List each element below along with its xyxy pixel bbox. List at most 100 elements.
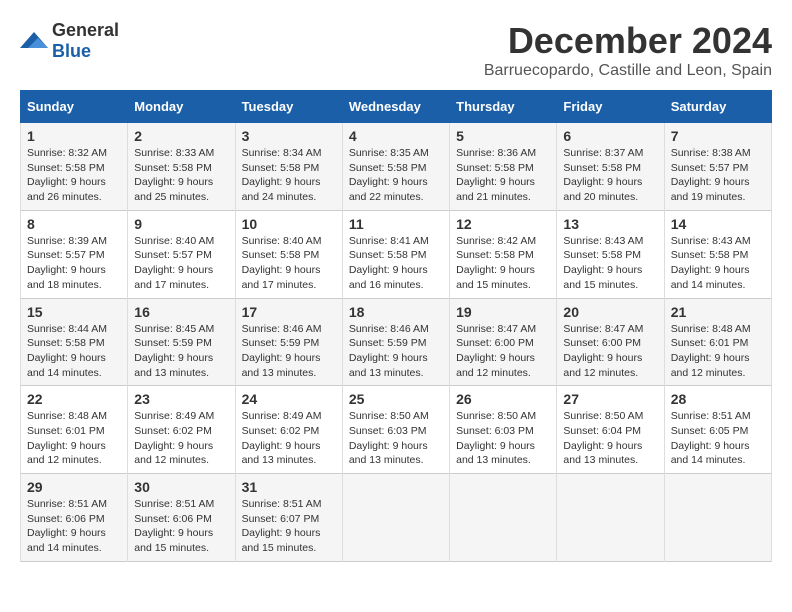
day-number: 1 bbox=[27, 128, 121, 144]
day-number: 15 bbox=[27, 304, 121, 320]
day-info: Sunrise: 8:35 AM Sunset: 5:58 PM Dayligh… bbox=[349, 146, 443, 205]
calendar-cell bbox=[450, 474, 557, 562]
calendar-cell: 18 Sunrise: 8:46 AM Sunset: 5:59 PM Dayli… bbox=[342, 298, 449, 386]
logo: General Blue bbox=[20, 20, 119, 62]
day-info: Sunrise: 8:48 AM Sunset: 6:01 PM Dayligh… bbox=[27, 409, 121, 468]
calendar-cell: 30 Sunrise: 8:51 AM Sunset: 6:06 PM Dayli… bbox=[128, 474, 235, 562]
day-info: Sunrise: 8:37 AM Sunset: 5:58 PM Dayligh… bbox=[563, 146, 657, 205]
week-row: 1 Sunrise: 8:32 AM Sunset: 5:58 PM Daylig… bbox=[21, 123, 772, 211]
day-number: 5 bbox=[456, 128, 550, 144]
calendar-cell: 17Sunrise: 8:46 AM Sunset: 5:59 PM Dayli… bbox=[235, 298, 342, 386]
calendar-header: SundayMondayTuesdayWednesdayThursdayFrid… bbox=[21, 91, 772, 123]
day-info: Sunrise: 8:39 AM Sunset: 5:57 PM Dayligh… bbox=[27, 234, 121, 293]
header-day-saturday: Saturday bbox=[664, 91, 771, 123]
day-info: Sunrise: 8:43 AM Sunset: 5:58 PM Dayligh… bbox=[671, 234, 765, 293]
day-number: 8 bbox=[27, 216, 121, 232]
calendar-table: SundayMondayTuesdayWednesdayThursdayFrid… bbox=[20, 90, 772, 562]
day-number: 13 bbox=[563, 216, 657, 232]
week-row: 8 Sunrise: 8:39 AM Sunset: 5:57 PM Daylig… bbox=[21, 210, 772, 298]
header-day-tuesday: Tuesday bbox=[235, 91, 342, 123]
header-day-thursday: Thursday bbox=[450, 91, 557, 123]
day-number: 19 bbox=[456, 304, 550, 320]
day-info: Sunrise: 8:44 AM Sunset: 5:58 PM Dayligh… bbox=[27, 322, 121, 381]
day-info: Sunrise: 8:33 AM Sunset: 5:58 PM Dayligh… bbox=[134, 146, 228, 205]
day-number: 26 bbox=[456, 391, 550, 407]
header-day-friday: Friday bbox=[557, 91, 664, 123]
calendar-cell: 29 Sunrise: 8:51 AM Sunset: 6:06 PM Dayli… bbox=[21, 474, 128, 562]
day-info: Sunrise: 8:51 AM Sunset: 6:06 PM Dayligh… bbox=[27, 497, 121, 556]
header-day-sunday: Sunday bbox=[21, 91, 128, 123]
calendar-cell: 3 Sunrise: 8:34 AM Sunset: 5:58 PM Daylig… bbox=[235, 123, 342, 211]
calendar-cell: 21Sunrise: 8:48 AM Sunset: 6:01 PM Dayli… bbox=[664, 298, 771, 386]
day-info: Sunrise: 8:42 AM Sunset: 5:58 PM Dayligh… bbox=[456, 234, 550, 293]
logo-icon bbox=[20, 30, 48, 52]
calendar-cell: 24Sunrise: 8:49 AM Sunset: 6:02 PM Dayli… bbox=[235, 386, 342, 474]
calendar-cell: 13 Sunrise: 8:43 AM Sunset: 5:58 PM Dayli… bbox=[557, 210, 664, 298]
logo-blue: Blue bbox=[52, 41, 91, 61]
calendar-cell: 20Sunrise: 8:47 AM Sunset: 6:00 PM Dayli… bbox=[557, 298, 664, 386]
day-info: Sunrise: 8:40 AM Sunset: 5:57 PM Dayligh… bbox=[134, 234, 228, 293]
day-number: 17 bbox=[242, 304, 336, 320]
day-info: Sunrise: 8:32 AM Sunset: 5:58 PM Dayligh… bbox=[27, 146, 121, 205]
day-number: 16 bbox=[134, 304, 228, 320]
day-info: Sunrise: 8:51 AM Sunset: 6:06 PM Dayligh… bbox=[134, 497, 228, 556]
calendar-cell: 11Sunrise: 8:41 AM Sunset: 5:58 PM Dayli… bbox=[342, 210, 449, 298]
day-info: Sunrise: 8:45 AM Sunset: 5:59 PM Dayligh… bbox=[134, 322, 228, 381]
day-info: Sunrise: 8:49 AM Sunset: 6:02 PM Dayligh… bbox=[242, 409, 336, 468]
logo-text: General Blue bbox=[52, 20, 119, 62]
day-number: 9 bbox=[134, 216, 228, 232]
main-title: December 2024 bbox=[484, 20, 772, 62]
calendar-cell: 26 Sunrise: 8:50 AM Sunset: 6:03 PM Dayli… bbox=[450, 386, 557, 474]
header: General Blue December 2024 Barruecopardo… bbox=[20, 20, 772, 80]
day-info: Sunrise: 8:46 AM Sunset: 5:59 PM Dayligh… bbox=[349, 322, 443, 381]
calendar-cell: 22 Sunrise: 8:48 AM Sunset: 6:01 PM Dayli… bbox=[21, 386, 128, 474]
day-info: Sunrise: 8:40 AM Sunset: 5:58 PM Dayligh… bbox=[242, 234, 336, 293]
logo-general: General bbox=[52, 20, 119, 40]
week-row: 15 Sunrise: 8:44 AM Sunset: 5:58 PM Dayli… bbox=[21, 298, 772, 386]
day-number: 31 bbox=[242, 479, 336, 495]
calendar-body: 1 Sunrise: 8:32 AM Sunset: 5:58 PM Daylig… bbox=[21, 123, 772, 562]
calendar-cell: 19 Sunrise: 8:47 AM Sunset: 6:00 PM Dayli… bbox=[450, 298, 557, 386]
day-info: Sunrise: 8:51 AM Sunset: 6:05 PM Dayligh… bbox=[671, 409, 765, 468]
calendar-cell: 8 Sunrise: 8:39 AM Sunset: 5:57 PM Daylig… bbox=[21, 210, 128, 298]
day-number: 20 bbox=[563, 304, 657, 320]
week-row: 29 Sunrise: 8:51 AM Sunset: 6:06 PM Dayli… bbox=[21, 474, 772, 562]
calendar-cell: 16 Sunrise: 8:45 AM Sunset: 5:59 PM Dayli… bbox=[128, 298, 235, 386]
day-number: 30 bbox=[134, 479, 228, 495]
day-number: 27 bbox=[563, 391, 657, 407]
header-row: SundayMondayTuesdayWednesdayThursdayFrid… bbox=[21, 91, 772, 123]
day-number: 18 bbox=[349, 304, 443, 320]
day-number: 14 bbox=[671, 216, 765, 232]
day-number: 6 bbox=[563, 128, 657, 144]
calendar-cell bbox=[342, 474, 449, 562]
day-number: 12 bbox=[456, 216, 550, 232]
day-info: Sunrise: 8:51 AM Sunset: 6:07 PM Dayligh… bbox=[242, 497, 336, 556]
day-info: Sunrise: 8:34 AM Sunset: 5:58 PM Dayligh… bbox=[242, 146, 336, 205]
calendar-cell: 27 Sunrise: 8:50 AM Sunset: 6:04 PM Dayli… bbox=[557, 386, 664, 474]
calendar-cell: 25Sunrise: 8:50 AM Sunset: 6:03 PM Dayli… bbox=[342, 386, 449, 474]
calendar-cell: 6 Sunrise: 8:37 AM Sunset: 5:58 PM Daylig… bbox=[557, 123, 664, 211]
subtitle: Barruecopardo, Castille and Leon, Spain bbox=[484, 62, 772, 80]
day-number: 3 bbox=[242, 128, 336, 144]
day-info: Sunrise: 8:49 AM Sunset: 6:02 PM Dayligh… bbox=[134, 409, 228, 468]
day-info: Sunrise: 8:50 AM Sunset: 6:03 PM Dayligh… bbox=[456, 409, 550, 468]
header-day-monday: Monday bbox=[128, 91, 235, 123]
calendar-cell: 2 Sunrise: 8:33 AM Sunset: 5:58 PM Daylig… bbox=[128, 123, 235, 211]
day-number: 23 bbox=[134, 391, 228, 407]
day-number: 2 bbox=[134, 128, 228, 144]
day-info: Sunrise: 8:50 AM Sunset: 6:04 PM Dayligh… bbox=[563, 409, 657, 468]
calendar-cell bbox=[557, 474, 664, 562]
day-info: Sunrise: 8:38 AM Sunset: 5:57 PM Dayligh… bbox=[671, 146, 765, 205]
calendar-cell: 31 Sunrise: 8:51 AM Sunset: 6:07 PM Dayli… bbox=[235, 474, 342, 562]
day-number: 21 bbox=[671, 304, 765, 320]
calendar-cell: 28Sunrise: 8:51 AM Sunset: 6:05 PM Dayli… bbox=[664, 386, 771, 474]
day-number: 29 bbox=[27, 479, 121, 495]
day-number: 25 bbox=[349, 391, 443, 407]
week-row: 22 Sunrise: 8:48 AM Sunset: 6:01 PM Dayli… bbox=[21, 386, 772, 474]
day-number: 22 bbox=[27, 391, 121, 407]
calendar-cell: 10Sunrise: 8:40 AM Sunset: 5:58 PM Dayli… bbox=[235, 210, 342, 298]
calendar-cell: 5Sunrise: 8:36 AM Sunset: 5:58 PM Daylig… bbox=[450, 123, 557, 211]
day-info: Sunrise: 8:43 AM Sunset: 5:58 PM Dayligh… bbox=[563, 234, 657, 293]
calendar-cell: 23 Sunrise: 8:49 AM Sunset: 6:02 PM Dayli… bbox=[128, 386, 235, 474]
day-info: Sunrise: 8:47 AM Sunset: 6:00 PM Dayligh… bbox=[456, 322, 550, 381]
